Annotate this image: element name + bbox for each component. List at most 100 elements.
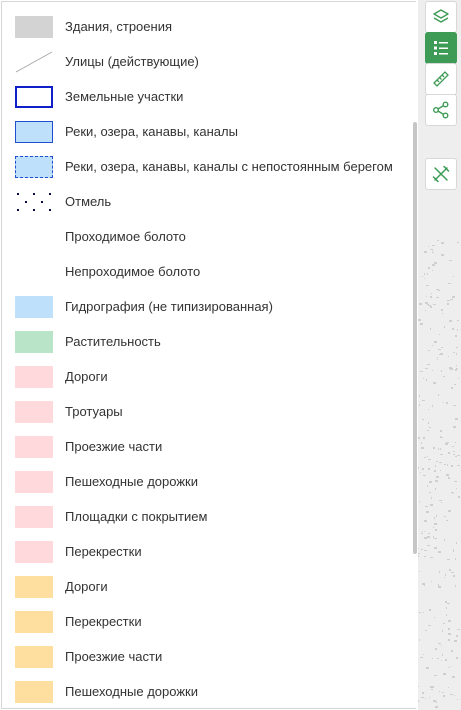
roads-2-swatch (15, 576, 53, 598)
map-texture-speck (455, 456, 458, 458)
layers-button[interactable] (425, 1, 457, 33)
map-texture-speck (427, 422, 429, 425)
shoal-dots-swatch (15, 191, 53, 213)
sidewalks-swatch (15, 401, 53, 423)
buildings-swatch (15, 16, 53, 38)
map-texture-speck (425, 666, 429, 669)
map-texture-speck (448, 686, 450, 688)
map-texture-speck (431, 685, 435, 688)
map-texture-speck (448, 667, 450, 669)
map-texture-speck (437, 586, 441, 589)
map-texture-speck (439, 429, 442, 432)
share-button[interactable] (425, 94, 457, 126)
map-texture-speck (446, 519, 449, 521)
map-texture-speck (422, 399, 426, 401)
map-texture-speck (439, 448, 441, 451)
map-texture-speck (452, 451, 455, 453)
map-texture-speck (444, 658, 447, 661)
map-texture-speck (429, 556, 433, 558)
map-texture-speck (422, 436, 425, 439)
map-texture-speck (455, 369, 458, 372)
legend-item-roads-2: Дороги (2, 569, 412, 604)
map-texture-speck (447, 602, 451, 604)
map-texture-speck (421, 533, 424, 535)
map-texture-speck (441, 242, 445, 245)
intersections-2-swatch (15, 611, 53, 633)
ruler-button[interactable] (425, 63, 457, 95)
map-texture-speck (455, 346, 458, 348)
map-texture-speck (426, 285, 430, 287)
map-texture-speck (455, 334, 458, 337)
legend-scrollbar[interactable] (413, 122, 417, 554)
map-texture-speck (427, 246, 429, 248)
map-texture-speck (418, 686, 420, 688)
map-texture-speck (451, 492, 453, 495)
map-texture-speck (424, 309, 426, 311)
map-texture-speck (448, 568, 451, 571)
map-texture-speck (423, 519, 427, 522)
legend-list-icon (431, 38, 451, 58)
map-texture-speck (447, 299, 451, 301)
map-texture-speck (418, 554, 420, 557)
map-texture-speck (431, 249, 433, 252)
water-dashed-swatch (15, 156, 53, 178)
legend-item-label: Проходимое болото (65, 229, 186, 244)
map-texture-speck (425, 511, 429, 514)
map-texture-speck (425, 630, 428, 632)
map-texture-speck (418, 403, 420, 406)
map-texture-speck (448, 477, 451, 480)
map-texture-speck (423, 531, 425, 533)
legend-button[interactable] (425, 32, 457, 64)
map-texture-speck (447, 620, 451, 623)
map-texture-speck (438, 500, 442, 502)
map-texture-speck (440, 501, 442, 503)
map-texture-speck (440, 645, 442, 647)
legend-item-label: Дороги (65, 579, 108, 594)
map-texture-speck (433, 446, 436, 449)
map-texture-speck (455, 558, 457, 561)
map-texture-speck (435, 515, 437, 518)
map-texture-speck (424, 273, 426, 276)
map-texture-speck (434, 479, 438, 482)
map-texture-speck (452, 550, 454, 553)
tools-button[interactable] (425, 158, 457, 190)
map-texture-speck (454, 481, 458, 483)
map-texture-speck (444, 326, 446, 329)
map-texture-speck (434, 464, 436, 467)
map-texture-speck (449, 298, 453, 300)
map-texture-speck (428, 427, 431, 429)
map-texture-speck (425, 295, 427, 297)
map-texture-speck (429, 503, 433, 506)
legend-item-vegetation: Растительность (2, 324, 412, 359)
map-texture-speck (433, 537, 437, 539)
map-texture-speck (451, 296, 455, 299)
map-texture-speck (435, 706, 439, 709)
map-texture-speck (444, 443, 448, 446)
map-texture-speck (441, 369, 443, 372)
map-texture-speck (432, 344, 433, 346)
map-texture-speck (438, 642, 442, 644)
map-texture-speck (447, 463, 448, 466)
map-texture-speck (433, 381, 437, 384)
map-texture-speck (447, 282, 451, 284)
map-texture-speck (432, 270, 434, 272)
map-texture-speck (420, 442, 422, 445)
map-texture-speck (431, 245, 435, 247)
map-texture-speck (438, 394, 440, 397)
map-texture-speck (435, 296, 439, 298)
legend-item-label: Дороги (65, 369, 108, 384)
map-texture-speck (428, 458, 432, 460)
map-texture-speck (418, 302, 422, 305)
map-texture-speck (420, 322, 423, 325)
map-texture-speck (424, 251, 428, 254)
map-texture-speck (436, 701, 438, 704)
map-texture-speck (418, 552, 421, 554)
map-texture-speck (425, 368, 429, 370)
map-texture-speck (456, 367, 459, 369)
map-texture-speck (428, 304, 432, 306)
map-texture-speck (452, 675, 456, 678)
map-texture-speck (418, 466, 420, 469)
map-texture-speck (420, 472, 422, 474)
map-texture-speck (453, 639, 457, 642)
map-texture-speck (447, 632, 451, 635)
